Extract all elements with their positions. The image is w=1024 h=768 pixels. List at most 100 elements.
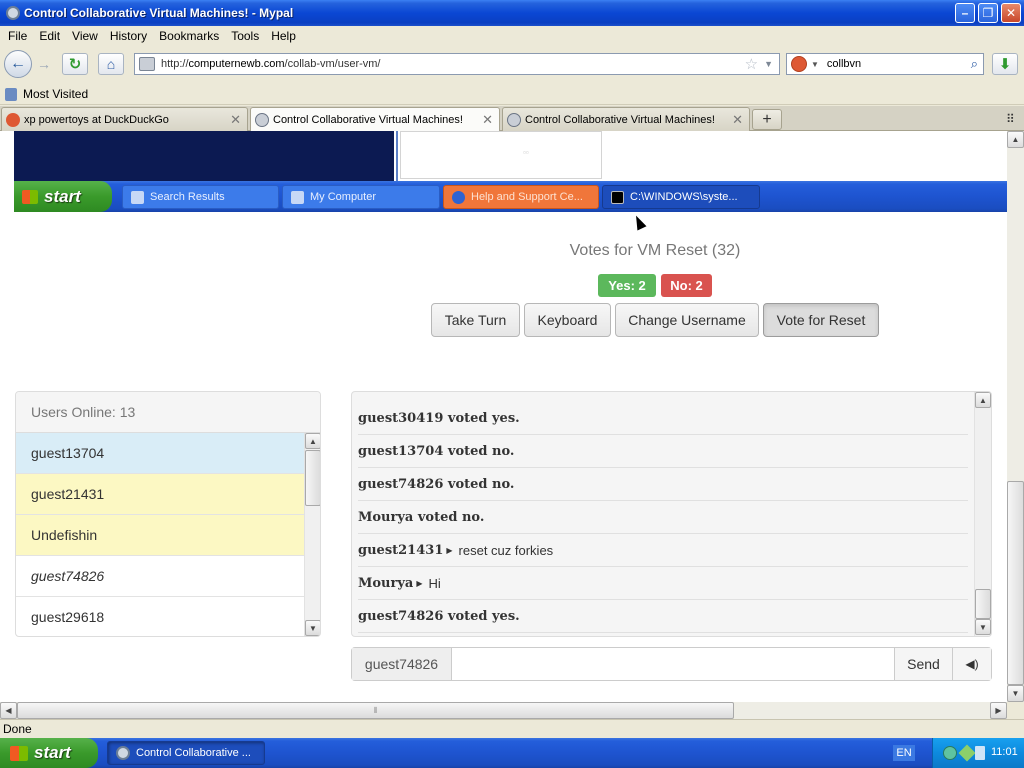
host-task-label: Control Collaborative ... xyxy=(136,747,251,759)
collabvm-favicon-icon xyxy=(255,113,269,127)
user-list-item[interactable]: guest13704 xyxy=(16,433,305,474)
user-list-item[interactable]: Undefishin xyxy=(16,515,305,556)
scroll-up-icon[interactable]: ▲ xyxy=(975,392,991,408)
scroll-right-icon[interactable]: ▶ xyxy=(990,702,1007,719)
vm-faded-text: ▫▫ xyxy=(523,148,529,157)
sound-toggle-button[interactable]: ◀) xyxy=(952,648,991,680)
menu-bookmarks[interactable]: Bookmarks xyxy=(159,29,219,43)
forward-button[interactable]: → xyxy=(34,55,54,73)
vm-task-cmd[interactable]: C:\WINDOWS\syste... xyxy=(602,185,760,209)
vm-task-help-support[interactable]: Help and Support Ce... xyxy=(443,185,599,209)
chat-scrollbar[interactable]: ▲ ▼ xyxy=(974,392,991,636)
user-list: guest13704 guest21431 Undefishin guest74… xyxy=(16,433,305,636)
navigation-toolbar: ← → ↻ ⌂ http://computernewb.com/collab-v… xyxy=(0,46,1024,82)
reload-button[interactable]: ↻ xyxy=(62,53,88,75)
keyboard-button[interactable]: Keyboard xyxy=(524,303,611,337)
url-history-dropdown-icon[interactable]: ▼ xyxy=(764,59,773,69)
chat-username-label: guest74826 xyxy=(352,648,452,680)
clock[interactable]: 11:01 xyxy=(991,746,1018,758)
menu-file[interactable]: File xyxy=(8,29,27,43)
chat-message: guest74826 voted yes. xyxy=(358,600,968,633)
user-list-item[interactable]: guest21431 xyxy=(16,474,305,515)
minimize-button[interactable]: – xyxy=(955,3,975,23)
host-start-button[interactable]: start xyxy=(0,738,98,768)
scroll-down-icon[interactable]: ▼ xyxy=(1007,685,1024,702)
scroll-left-icon[interactable]: ◀ xyxy=(0,702,17,719)
bookmark-star-icon[interactable]: ☆ xyxy=(745,55,758,73)
user-list-item[interactable]: guest74826 xyxy=(16,556,305,597)
downloads-button[interactable]: ⬇ xyxy=(992,53,1018,75)
menu-history[interactable]: History xyxy=(110,29,147,43)
back-button[interactable]: ← xyxy=(4,50,32,78)
menu-edit[interactable]: Edit xyxy=(39,29,60,43)
language-indicator[interactable]: EN xyxy=(893,745,915,761)
url-text[interactable]: http://computernewb.com/collab-vm/user-v… xyxy=(161,58,745,70)
menu-tools[interactable]: Tools xyxy=(231,29,259,43)
users-online-panel: Users Online: 13 guest13704 guest21431 U… xyxy=(15,391,321,637)
network-globe-icon[interactable] xyxy=(943,746,957,760)
page-vertical-scrollbar[interactable]: ▲ ▼ xyxy=(1007,131,1024,702)
most-visited-bookmark[interactable]: Most Visited xyxy=(23,87,88,101)
duckduckgo-engine-icon[interactable] xyxy=(791,56,807,72)
vote-for-reset-button[interactable]: Vote for Reset xyxy=(763,303,879,337)
send-button[interactable]: Send xyxy=(894,648,952,680)
vm-start-button[interactable]: start xyxy=(14,181,112,212)
close-tab-icon[interactable]: ✕ xyxy=(732,112,743,128)
home-button[interactable]: ⌂ xyxy=(98,53,124,75)
vm-task-search-results[interactable]: Search Results xyxy=(122,185,279,209)
scroll-thumb[interactable] xyxy=(305,450,320,506)
change-username-button[interactable]: Change Username xyxy=(615,303,759,337)
menu-view[interactable]: View xyxy=(72,29,98,43)
vm-screen[interactable]: ▫▫ start Search Results My Computer Help… xyxy=(14,131,1007,212)
menu-help[interactable]: Help xyxy=(271,29,296,43)
tray-app-icon[interactable] xyxy=(958,744,976,762)
site-identity-icon[interactable] xyxy=(139,57,155,71)
window-title: Control Collaborative Virtual Machines! … xyxy=(24,6,294,20)
user-list-scrollbar[interactable]: ▲ ▼ xyxy=(304,433,320,636)
close-tab-icon[interactable]: ✕ xyxy=(230,112,241,128)
scroll-down-icon[interactable]: ▼ xyxy=(305,620,320,636)
vm-taskbar[interactable]: start Search Results My Computer Help an… xyxy=(14,181,1007,212)
volume-icon[interactable] xyxy=(975,746,985,760)
chat-message: guest13704 voted no. xyxy=(358,435,968,468)
page-viewport: ▫▫ start Search Results My Computer Help… xyxy=(0,131,1007,702)
tab-collabvm-active[interactable]: Control Collaborative Virtual Machines! … xyxy=(250,107,500,132)
search-icon[interactable]: ⌕ xyxy=(971,56,978,72)
chat-panel: guest30419 voted yes. guest13704 voted n… xyxy=(351,391,992,637)
chat-message-input[interactable] xyxy=(452,648,894,680)
search-query[interactable]: collbvn xyxy=(827,58,971,70)
duckduckgo-favicon-icon xyxy=(6,112,20,127)
chat-text: Hi xyxy=(428,575,441,591)
host-task-mypal[interactable]: Control Collaborative ... xyxy=(107,741,265,765)
search-bar[interactable]: ▼ collbvn ⌕ xyxy=(786,53,984,75)
tab-duckduckgo[interactable]: xp powertoys at DuckDuckGo ✕ xyxy=(1,107,248,131)
vm-start-label: start xyxy=(44,186,81,206)
scroll-thumb[interactable] xyxy=(975,589,991,619)
new-tab-button[interactable]: + xyxy=(752,109,782,130)
vm-window-pane: ▫▫ xyxy=(400,131,602,179)
restore-button[interactable]: ❐ xyxy=(978,3,998,23)
engine-dropdown-icon[interactable]: ▼ xyxy=(811,60,819,69)
system-tray: 11:01 xyxy=(932,738,1024,768)
close-tab-icon[interactable]: ✕ xyxy=(482,112,493,128)
chat-text: reset cuz forkies xyxy=(458,542,554,558)
vm-desktop-background xyxy=(14,131,394,181)
page-hscroll-thumb[interactable]: ⦀ xyxy=(17,702,734,719)
scroll-up-icon[interactable]: ▲ xyxy=(305,433,320,449)
url-prefix: http:// xyxy=(161,58,189,70)
scroll-up-icon[interactable]: ▲ xyxy=(1007,131,1024,148)
scroll-down-icon[interactable]: ▼ xyxy=(975,619,991,635)
users-online-header: Users Online: 13 xyxy=(16,392,320,433)
search-results-icon xyxy=(131,190,144,204)
vote-no-badge: No: 2 xyxy=(661,274,712,297)
tab-list-icon[interactable]: ⠿ xyxy=(1006,112,1015,126)
page-scroll-thumb[interactable] xyxy=(1007,481,1024,685)
vm-task-my-computer[interactable]: My Computer xyxy=(282,185,440,209)
close-window-button[interactable]: ✕ xyxy=(1001,3,1021,23)
tab-collabvm[interactable]: Control Collaborative Virtual Machines! … xyxy=(502,107,750,131)
address-bar[interactable]: http://computernewb.com/collab-vm/user-v… xyxy=(134,53,780,75)
user-list-item[interactable]: guest29618 xyxy=(16,597,305,636)
take-turn-button[interactable]: Take Turn xyxy=(431,303,520,337)
page-horizontal-scrollbar[interactable]: ◀ ⦀ ▶ xyxy=(0,702,1007,719)
menu-bar: File Edit View History Bookmarks Tools H… xyxy=(0,26,1024,46)
